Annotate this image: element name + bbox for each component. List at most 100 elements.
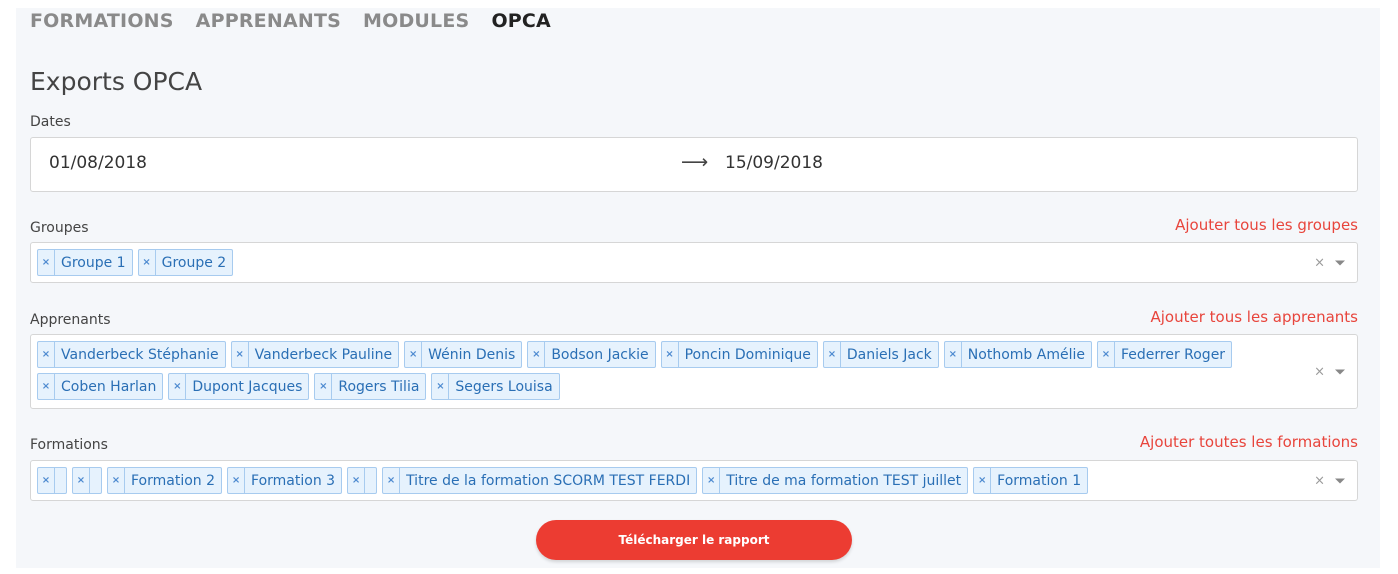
tag: × Segers Louisa bbox=[431, 373, 560, 400]
tag-label: Segers Louisa bbox=[455, 378, 553, 395]
tag: × Vanderbeck Stéphanie bbox=[37, 341, 226, 368]
tag: × Formation 3 bbox=[227, 467, 343, 494]
remove-tag-icon[interactable]: × bbox=[348, 468, 366, 493]
top-nav: FORMATIONS APPRENANTS MODULES OPCA bbox=[30, 10, 551, 32]
date-from-input[interactable]: 01/08/2018 bbox=[49, 153, 147, 173]
tag-label: Titre de la formation SCORM TEST FERDI bbox=[406, 472, 691, 489]
tag-label bbox=[90, 468, 101, 493]
remove-tag-icon[interactable]: × bbox=[232, 342, 249, 367]
page-title: Exports OPCA bbox=[30, 67, 203, 96]
remove-tag-icon[interactable]: × bbox=[38, 250, 55, 275]
tag: × Bodson Jackie bbox=[527, 341, 656, 368]
chevron-down-icon[interactable] bbox=[1335, 478, 1345, 483]
remove-tag-icon[interactable]: × bbox=[945, 342, 962, 367]
remove-tag-icon[interactable]: × bbox=[662, 342, 679, 367]
tag: × Rogers Tilia bbox=[314, 373, 427, 400]
clear-icon[interactable]: × bbox=[1314, 364, 1325, 379]
groupes-controls: × bbox=[1314, 255, 1345, 270]
formations-label: Formations bbox=[30, 437, 108, 453]
arrow-right-icon: ⟶ bbox=[681, 151, 709, 173]
tag-label: Bodson Jackie bbox=[551, 346, 649, 363]
clear-icon[interactable]: × bbox=[1314, 255, 1325, 270]
apprenants-select[interactable]: × Vanderbeck Stéphanie × Vanderbeck Pauline… bbox=[30, 334, 1358, 409]
tag-label: Coben Harlan bbox=[61, 378, 157, 395]
remove-tag-icon[interactable]: × bbox=[824, 342, 841, 367]
remove-tag-icon[interactable]: × bbox=[432, 374, 450, 399]
tag-label: Poncin Dominique bbox=[684, 346, 811, 363]
tag-label: Federrer Roger bbox=[1120, 346, 1226, 363]
add-all-groupes-link[interactable]: Ajouter tous les groupes bbox=[1175, 216, 1358, 234]
remove-tag-icon[interactable]: × bbox=[1098, 342, 1115, 367]
tag-label: Formation 1 bbox=[997, 472, 1082, 489]
remove-tag-icon[interactable]: × bbox=[169, 374, 187, 399]
groupes-tags: × Groupe 1 × Groupe 2 bbox=[37, 249, 1297, 276]
tag: × Formation 1 bbox=[973, 467, 1089, 494]
opca-page: FORMATIONS APPRENANTS MODULES OPCA Expor… bbox=[16, 8, 1380, 568]
apprenants-label: Apprenants bbox=[30, 312, 111, 328]
chevron-down-icon[interactable] bbox=[1335, 369, 1345, 374]
tag: × Nothomb Amélie bbox=[943, 341, 1092, 368]
remove-tag-icon[interactable]: × bbox=[139, 250, 156, 275]
tag: × Titre de ma formation TEST juillet bbox=[702, 467, 969, 494]
formations-tags: × × × Formation 2 × Formation 3 × × Titre de la … bbox=[37, 467, 1297, 494]
remove-tag-icon[interactable]: × bbox=[383, 468, 401, 493]
tag: × Poncin Dominique bbox=[660, 341, 818, 368]
tag-label: Wénin Denis bbox=[428, 346, 516, 363]
tag-label: Vanderbeck Pauline bbox=[254, 346, 393, 363]
remove-tag-icon[interactable]: × bbox=[38, 374, 55, 399]
remove-tag-icon[interactable]: × bbox=[108, 468, 125, 493]
tag-label: Formation 2 bbox=[131, 472, 216, 489]
groupes-select[interactable]: × Groupe 1 × Groupe 2 × bbox=[30, 242, 1358, 283]
tag: × Formation 2 bbox=[107, 467, 223, 494]
tag: × Vanderbeck Pauline bbox=[230, 341, 400, 368]
tag: × Daniels Jack bbox=[822, 341, 939, 368]
dates-label: Dates bbox=[30, 114, 71, 130]
remove-tag-icon[interactable]: × bbox=[703, 468, 721, 493]
add-all-apprenants-link[interactable]: Ajouter tous les apprenants bbox=[1151, 308, 1359, 326]
tag: × Federrer Roger bbox=[1096, 341, 1233, 368]
tag: × Dupont Jacques bbox=[168, 373, 310, 400]
tag-label: Titre de ma formation TEST juillet bbox=[726, 472, 962, 489]
remove-tag-icon[interactable]: × bbox=[974, 468, 992, 493]
remove-tag-icon[interactable]: × bbox=[73, 468, 90, 493]
tag: × bbox=[37, 467, 67, 494]
remove-tag-icon[interactable]: × bbox=[228, 468, 246, 493]
tag: × Groupe 2 bbox=[137, 249, 234, 276]
tag-label: Rogers Tilia bbox=[338, 378, 420, 395]
formations-select[interactable]: × × × Formation 2 × Formation 3 × × Titre de la … bbox=[30, 460, 1358, 501]
tag-label: Dupont Jacques bbox=[192, 378, 303, 395]
nav-opca[interactable]: OPCA bbox=[491, 10, 551, 32]
remove-tag-icon[interactable]: × bbox=[38, 342, 55, 367]
nav-apprenants[interactable]: APPRENANTS bbox=[196, 10, 341, 32]
nav-modules[interactable]: MODULES bbox=[363, 10, 469, 32]
remove-tag-icon[interactable]: × bbox=[315, 374, 333, 399]
tag: × Coben Harlan bbox=[37, 373, 164, 400]
chevron-down-icon[interactable] bbox=[1335, 260, 1345, 265]
apprenants-tags: × Vanderbeck Stéphanie × Vanderbeck Pauline… bbox=[37, 341, 1297, 400]
tag-label: Vanderbeck Stéphanie bbox=[61, 346, 219, 363]
formations-controls: × bbox=[1314, 473, 1345, 488]
tag-label bbox=[55, 468, 66, 493]
tag-label: Groupe 2 bbox=[161, 254, 227, 271]
nav-formations[interactable]: FORMATIONS bbox=[30, 10, 174, 32]
clear-icon[interactable]: × bbox=[1314, 473, 1325, 488]
remove-tag-icon[interactable]: × bbox=[405, 342, 423, 367]
tag: × Groupe 1 bbox=[37, 249, 133, 276]
groupes-label: Groupes bbox=[30, 220, 89, 236]
remove-tag-icon[interactable]: × bbox=[38, 468, 55, 493]
tag: × bbox=[72, 467, 102, 494]
tag: × bbox=[347, 467, 378, 494]
tag-label: Formation 3 bbox=[251, 472, 336, 489]
tag: × Wénin Denis bbox=[404, 341, 523, 368]
apprenants-controls: × bbox=[1314, 364, 1345, 379]
date-range-picker[interactable]: 01/08/2018 ⟶ 15/09/2018 bbox=[30, 137, 1358, 192]
tag-label: Nothomb Amélie bbox=[967, 346, 1085, 363]
date-to-input[interactable]: 15/09/2018 bbox=[725, 153, 823, 173]
tag-label bbox=[365, 468, 376, 493]
tag-label: Groupe 1 bbox=[61, 254, 126, 271]
remove-tag-icon[interactable]: × bbox=[528, 342, 546, 367]
tag-label: Daniels Jack bbox=[846, 346, 932, 363]
add-all-formations-link[interactable]: Ajouter toutes les formations bbox=[1140, 433, 1358, 451]
tag: × Titre de la formation SCORM TEST FERDI bbox=[382, 467, 698, 494]
download-report-button[interactable]: Télécharger le rapport bbox=[536, 520, 852, 560]
